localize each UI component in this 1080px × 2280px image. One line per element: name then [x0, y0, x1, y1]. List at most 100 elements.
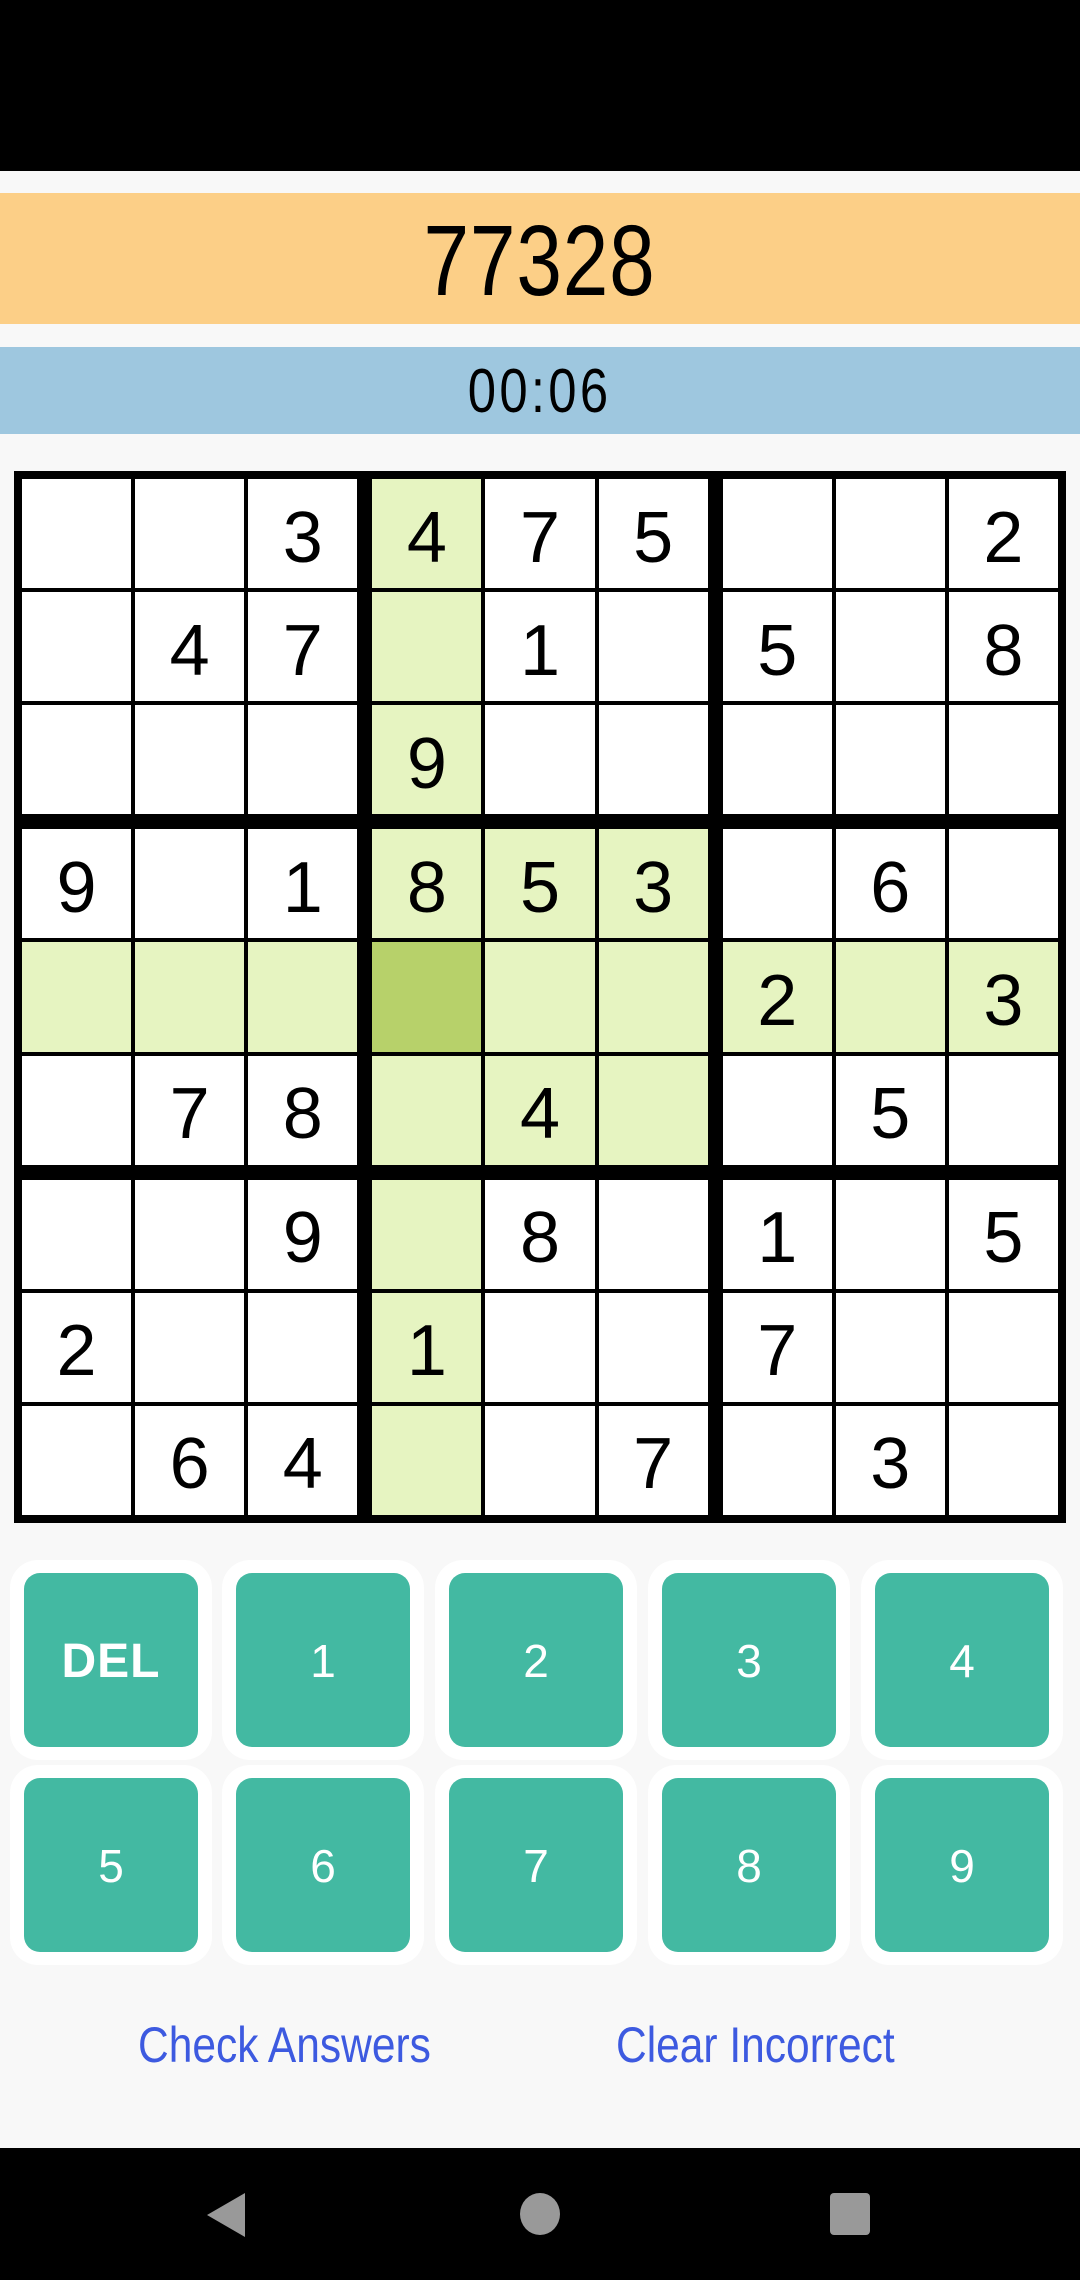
board-cell-r6-c7[interactable]	[722, 1055, 832, 1165]
board-cell-r2-c3[interactable]: 7	[248, 592, 358, 702]
board-cell-r1-c4[interactable]: 4	[372, 479, 482, 589]
board-cell-r4-c5[interactable]: 5	[485, 829, 595, 939]
board-cell-r1-c8[interactable]	[835, 479, 945, 589]
board-cell-r3-c6[interactable]	[598, 705, 708, 815]
board-cell-r8-c6[interactable]	[598, 1292, 708, 1402]
board-cell-r3-c3[interactable]	[248, 705, 358, 815]
board-cell-r9-c9[interactable]	[948, 1405, 1058, 1515]
board-cell-r7-c3[interactable]: 9	[248, 1179, 358, 1289]
number-key-3[interactable]: 3	[662, 1573, 836, 1747]
board-cell-r7-c7[interactable]: 1	[722, 1179, 832, 1289]
board-cell-r5-c8[interactable]	[835, 942, 945, 1052]
board-cell-r5-c5[interactable]	[485, 942, 595, 1052]
board-cell-r7-c9[interactable]: 5	[948, 1179, 1058, 1289]
board-cell-r1-c3[interactable]: 3	[248, 479, 358, 589]
board-cell-r4-c8[interactable]: 6	[835, 829, 945, 939]
home-icon[interactable]	[520, 2193, 560, 2235]
board-cell-r6-c5[interactable]: 4	[485, 1055, 595, 1165]
board-cell-r9-c3[interactable]: 4	[248, 1405, 358, 1515]
check-answers-button[interactable]: Check Answers	[138, 2020, 431, 2070]
board-cell-r9-c8[interactable]: 3	[835, 1405, 945, 1515]
board-cell-r6-c8[interactable]: 5	[835, 1055, 945, 1165]
back-icon[interactable]	[207, 2193, 245, 2237]
board-cell-r2-c2[interactable]: 4	[135, 592, 245, 702]
board-cell-r8-c7[interactable]: 7	[722, 1292, 832, 1402]
board-cell-r5-c4[interactable]	[372, 942, 482, 1052]
number-key-1[interactable]: 1	[236, 1573, 410, 1747]
puzzle-id: 77328	[423, 204, 657, 317]
board-cell-r6-c2[interactable]: 7	[135, 1055, 245, 1165]
board-cell-r6-c3[interactable]: 8	[248, 1055, 358, 1165]
board-cell-r6-c6[interactable]	[598, 1055, 708, 1165]
board-cell-r3-c9[interactable]	[948, 705, 1058, 815]
board-cell-r7-c8[interactable]	[835, 1179, 945, 1289]
board-cell-r5-c3[interactable]	[248, 942, 358, 1052]
board-cell-r1-c6[interactable]: 5	[598, 479, 708, 589]
number-key-5[interactable]: 5	[24, 1778, 198, 1952]
board-cell-r4-c7[interactable]	[722, 829, 832, 939]
board-cell-r8-c2[interactable]	[135, 1292, 245, 1402]
board-cell-r4-c1[interactable]: 9	[22, 829, 132, 939]
board-cell-r9-c5[interactable]	[485, 1405, 595, 1515]
board-cell-r7-c5[interactable]: 8	[485, 1179, 595, 1289]
board-cell-r8-c3[interactable]	[248, 1292, 358, 1402]
board-cell-r4-c6[interactable]: 3	[598, 829, 708, 939]
board-cell-r6-c9[interactable]	[948, 1055, 1058, 1165]
board-cell-r1-c5[interactable]: 7	[485, 479, 595, 589]
board-cell-r3-c8[interactable]	[835, 705, 945, 815]
recents-icon[interactable]	[830, 2193, 870, 2235]
number-key-4[interactable]: 4	[875, 1573, 1049, 1747]
delete-button[interactable]: DEL	[24, 1573, 198, 1747]
cell-value: 5	[757, 610, 798, 691]
board-cell-r1-c9[interactable]: 2	[948, 479, 1058, 589]
board-cell-r3-c1[interactable]	[22, 705, 132, 815]
board-cell-r3-c4[interactable]: 9	[372, 705, 482, 815]
board-cell-r7-c4[interactable]	[372, 1179, 482, 1289]
board-cell-r5-c6[interactable]	[598, 942, 708, 1052]
board-cell-r1-c1[interactable]	[22, 479, 132, 589]
board-cell-r8-c4[interactable]: 1	[372, 1292, 482, 1402]
board-cell-r1-c7[interactable]	[722, 479, 832, 589]
board-cell-r2-c7[interactable]: 5	[722, 592, 832, 702]
board-cell-r9-c1[interactable]	[22, 1405, 132, 1515]
board-cell-r5-c2[interactable]	[135, 942, 245, 1052]
navigation-bar	[0, 2148, 1080, 2280]
board-cell-r2-c4[interactable]	[372, 592, 482, 702]
board-cell-r8-c5[interactable]	[485, 1292, 595, 1402]
number-key-7[interactable]: 7	[449, 1778, 623, 1952]
board-cell-r7-c2[interactable]	[135, 1179, 245, 1289]
number-key-2[interactable]: 2	[449, 1573, 623, 1747]
board-cell-r7-c1[interactable]	[22, 1179, 132, 1289]
board-cell-r9-c4[interactable]	[372, 1405, 482, 1515]
board-cell-r4-c9[interactable]	[948, 829, 1058, 939]
number-key-6[interactable]: 6	[236, 1778, 410, 1952]
board-cell-r6-c1[interactable]	[22, 1055, 132, 1165]
board-cell-r1-c2[interactable]	[135, 479, 245, 589]
board-cell-r2-c9[interactable]: 8	[948, 592, 1058, 702]
board-cell-r8-c8[interactable]	[835, 1292, 945, 1402]
board-cell-r9-c6[interactable]: 7	[598, 1405, 708, 1515]
board-cell-r2-c5[interactable]: 1	[485, 592, 595, 702]
number-key-9[interactable]: 9	[875, 1778, 1049, 1952]
board-cell-r5-c7[interactable]: 2	[722, 942, 832, 1052]
board-cell-r9-c2[interactable]: 6	[135, 1405, 245, 1515]
board-cell-r4-c2[interactable]	[135, 829, 245, 939]
number-key-8[interactable]: 8	[662, 1778, 836, 1952]
board-cell-r3-c5[interactable]	[485, 705, 595, 815]
board-cell-r7-c6[interactable]	[598, 1179, 708, 1289]
board-cell-r8-c1[interactable]: 2	[22, 1292, 132, 1402]
board-cell-r4-c3[interactable]: 1	[248, 829, 358, 939]
board-cell-r5-c9[interactable]: 3	[948, 942, 1058, 1052]
board-cell-r4-c4[interactable]: 8	[372, 829, 482, 939]
board-cell-r3-c7[interactable]	[722, 705, 832, 815]
board-cell-r2-c8[interactable]	[835, 592, 945, 702]
board-cell-r2-c1[interactable]	[22, 592, 132, 702]
board-cell-r9-c7[interactable]	[722, 1405, 832, 1515]
board-cell-r6-c4[interactable]	[372, 1055, 482, 1165]
key-label: 7	[523, 1840, 549, 1892]
clear-incorrect-button[interactable]: Clear Incorrect	[616, 2020, 895, 2070]
board-cell-r8-c9[interactable]	[948, 1292, 1058, 1402]
board-cell-r2-c6[interactable]	[598, 592, 708, 702]
board-cell-r5-c1[interactable]	[22, 942, 132, 1052]
board-cell-r3-c2[interactable]	[135, 705, 245, 815]
